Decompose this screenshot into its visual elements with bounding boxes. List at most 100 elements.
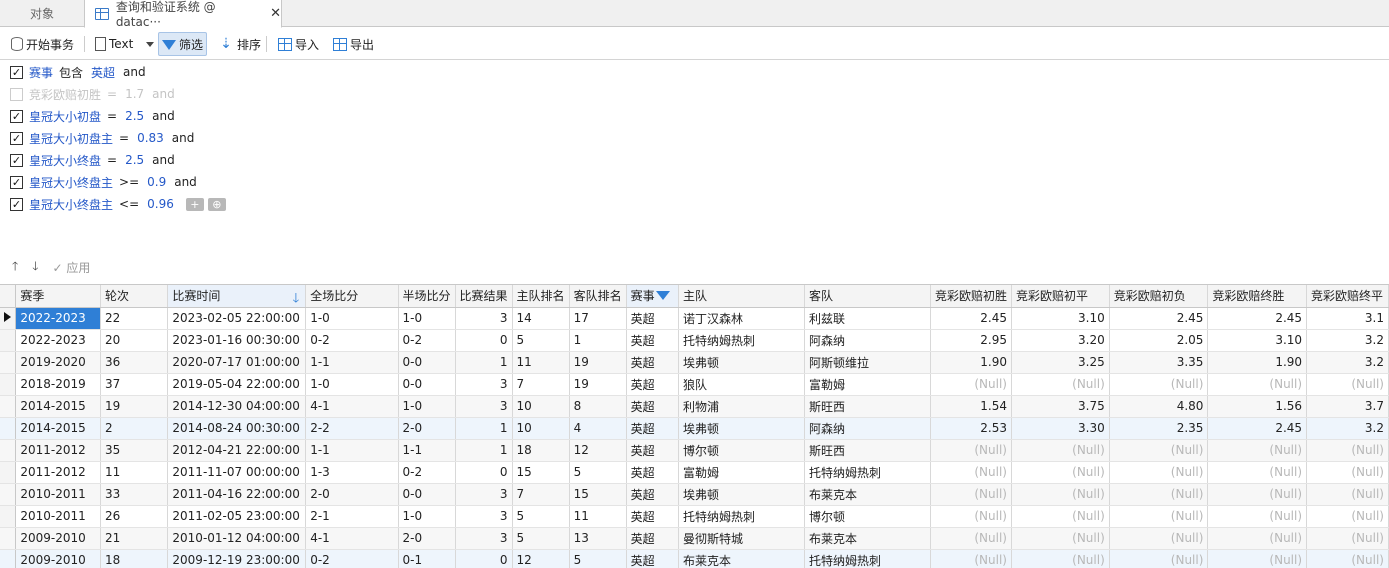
- table-cell[interactable]: 19: [569, 351, 627, 374]
- table-cell[interactable]: 2014-08-24 00:30:00: [167, 417, 307, 440]
- table-cell[interactable]: 博尔顿: [804, 505, 931, 528]
- table-cell[interactable]: 37: [100, 373, 169, 396]
- column-header[interactable]: 轮次: [100, 285, 169, 308]
- table-cell[interactable]: 14: [512, 307, 570, 330]
- condition-operator[interactable]: =: [119, 131, 129, 145]
- row-indicator[interactable]: [0, 395, 17, 418]
- condition-checkbox[interactable]: ✓: [10, 153, 23, 167]
- table-cell[interactable]: (Null): [1011, 483, 1110, 506]
- table-cell[interactable]: (Null): [1207, 527, 1308, 550]
- table-cell[interactable]: 3.35: [1109, 351, 1209, 374]
- table-cell[interactable]: 10: [512, 417, 570, 440]
- row-indicator[interactable]: [0, 373, 17, 396]
- condition-checkbox[interactable]: [10, 87, 23, 101]
- table-row[interactable]: 2011-2012 11 2011-11-07 00:00:00 1-3 0-2 0 15 5…: [0, 461, 1389, 484]
- table-cell[interactable]: 1: [455, 439, 513, 462]
- condition-checkbox[interactable]: ✓: [10, 197, 23, 211]
- move-up-icon[interactable]: 🡑: [12, 257, 18, 278]
- table-cell[interactable]: 13: [569, 527, 627, 550]
- table-cell[interactable]: 5: [512, 505, 570, 528]
- table-row[interactable]: 2009-2010 18 2009-12-19 23:00:00 0-2 0-1 0 12 5…: [0, 549, 1389, 568]
- table-cell[interactable]: 布莱克本: [804, 483, 931, 506]
- table-cell[interactable]: 0: [455, 461, 513, 484]
- column-header[interactable]: 竞彩欧赔终平: [1306, 285, 1389, 308]
- table-cell[interactable]: 英超: [626, 461, 679, 484]
- table-cell[interactable]: 1.56: [1207, 395, 1308, 418]
- table-cell[interactable]: 0-2: [305, 549, 399, 568]
- table-cell[interactable]: 布莱克本: [678, 549, 805, 568]
- table-cell[interactable]: 0-0: [398, 351, 456, 374]
- condition-operator[interactable]: =: [107, 109, 117, 123]
- tab-objects[interactable]: 对象: [0, 0, 84, 27]
- table-cell[interactable]: 2.05: [1109, 329, 1209, 352]
- row-indicator[interactable]: [0, 483, 17, 506]
- row-indicator[interactable]: [0, 417, 17, 440]
- table-cell[interactable]: 1-0: [305, 307, 399, 330]
- condition-field[interactable]: 皇冠大小初盘: [29, 108, 101, 125]
- table-cell[interactable]: 3: [455, 395, 513, 418]
- table-cell[interactable]: (Null): [930, 549, 1013, 568]
- table-cell[interactable]: 2020-07-17 01:00:00: [167, 351, 307, 374]
- table-row[interactable]: 2011-2012 35 2012-04-21 22:00:00 1-1 1-1 1 18 1…: [0, 439, 1389, 462]
- table-cell[interactable]: (Null): [1306, 461, 1389, 484]
- table-cell[interactable]: (Null): [1207, 373, 1308, 396]
- condition-field[interactable]: 竞彩欧赔初胜: [29, 86, 101, 103]
- table-cell[interactable]: 1-0: [305, 373, 399, 396]
- table-cell[interactable]: (Null): [930, 461, 1013, 484]
- import-button[interactable]: 导入: [275, 32, 322, 56]
- table-cell[interactable]: 1-0: [398, 505, 456, 528]
- table-row[interactable]: 2022-2023 20 2023-01-16 00:30:00 0-2 0-2 0 5 1 英…: [0, 329, 1389, 352]
- table-cell[interactable]: 托特纳姆热刺: [804, 549, 931, 568]
- table-cell[interactable]: 英超: [626, 395, 679, 418]
- table-cell[interactable]: 英超: [626, 351, 679, 374]
- column-header[interactable]: 客队: [804, 285, 931, 308]
- condition-checkbox[interactable]: ✓: [10, 175, 23, 189]
- table-cell[interactable]: 英超: [626, 549, 679, 568]
- table-cell[interactable]: 0: [455, 329, 513, 352]
- table-cell[interactable]: 阿森纳: [804, 329, 931, 352]
- table-cell[interactable]: 2014-12-30 04:00:00: [167, 395, 307, 418]
- row-indicator[interactable]: [0, 439, 17, 462]
- condition-field[interactable]: 皇冠大小终盘主: [29, 174, 113, 191]
- table-cell[interactable]: 5: [512, 527, 570, 550]
- table-cell[interactable]: 1-3: [305, 461, 399, 484]
- table-cell[interactable]: 2.45: [1207, 307, 1308, 330]
- table-cell[interactable]: 英超: [626, 483, 679, 506]
- table-cell[interactable]: (Null): [1306, 527, 1389, 550]
- table-row[interactable]: 2009-2010 21 2010-01-12 04:00:00 4-1 2-0 3 5 13…: [0, 527, 1389, 550]
- table-cell[interactable]: 3.10: [1011, 307, 1110, 330]
- table-cell[interactable]: 11: [100, 461, 169, 484]
- column-header[interactable]: 竞彩欧赔初胜: [930, 285, 1013, 308]
- row-indicator[interactable]: [0, 329, 17, 352]
- table-cell[interactable]: 3: [455, 307, 513, 330]
- apply-button[interactable]: ✓ 应用: [53, 259, 91, 276]
- table-cell[interactable]: 托特纳姆热刺: [678, 505, 805, 528]
- filter-button[interactable]: 筛选: [158, 32, 208, 56]
- condition-checkbox[interactable]: ✓: [10, 65, 23, 79]
- table-cell[interactable]: 15: [569, 483, 627, 506]
- table-cell[interactable]: 狼队: [678, 373, 805, 396]
- table-cell[interactable]: 3.20: [1011, 329, 1110, 352]
- table-cell[interactable]: 2009-2010: [15, 549, 101, 568]
- condition-operator[interactable]: <=: [119, 197, 139, 211]
- begin-transaction-button[interactable]: 开始事务: [8, 32, 77, 56]
- table-cell[interactable]: 英超: [626, 373, 679, 396]
- table-cell[interactable]: 埃弗顿: [678, 351, 805, 374]
- table-row[interactable]: 2010-2011 33 2011-04-16 22:00:00 2-0 0-0 3 7 15…: [0, 483, 1389, 506]
- row-indicator[interactable]: [0, 549, 17, 568]
- table-cell[interactable]: 26: [100, 505, 169, 528]
- column-header[interactable]: 竞彩欧赔终胜: [1207, 285, 1308, 308]
- table-cell[interactable]: 2010-2011: [15, 505, 101, 528]
- table-cell[interactable]: (Null): [1306, 373, 1389, 396]
- table-cell[interactable]: 15: [512, 461, 570, 484]
- sort-button[interactable]: ⇣ 排序: [215, 32, 264, 56]
- table-cell[interactable]: 利物浦: [678, 395, 805, 418]
- sort-descending-icon[interactable]: 🡓: [292, 289, 299, 306]
- row-indicator[interactable]: [0, 527, 17, 550]
- table-cell[interactable]: 2.53: [930, 417, 1013, 440]
- table-row[interactable]: 2022-2023 22 2023-02-05 22:00:00 1-0 1-0 3 14 1…: [0, 307, 1389, 330]
- table-cell[interactable]: 2-0: [398, 417, 456, 440]
- table-cell[interactable]: 斯旺西: [804, 395, 931, 418]
- table-cell[interactable]: 曼彻斯特城: [678, 527, 805, 550]
- row-indicator[interactable]: [0, 351, 17, 374]
